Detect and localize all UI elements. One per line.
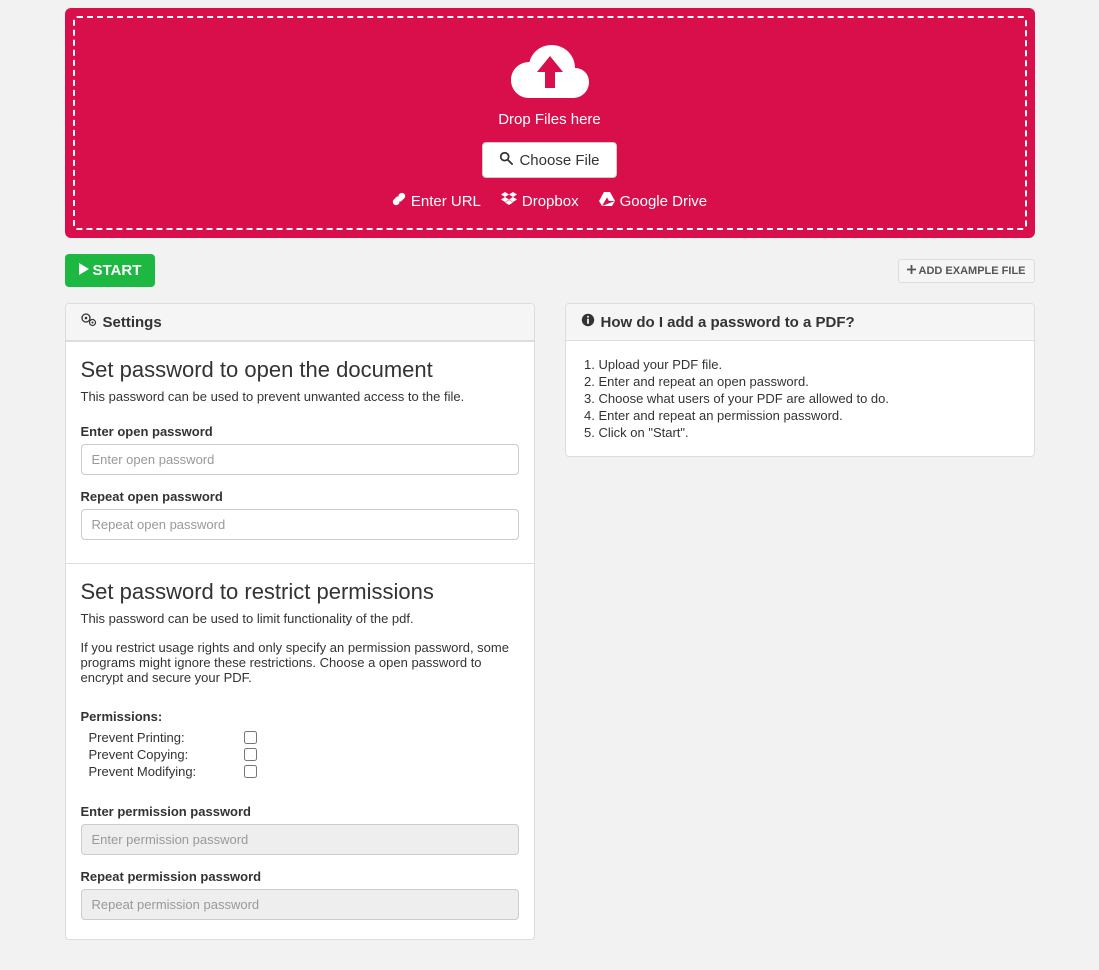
dropbox-label: Dropbox: [522, 193, 579, 210]
help-step: Click on "Start".: [599, 424, 1019, 441]
dropzone-inner: Drop Files here Choose File Enter URL: [73, 16, 1027, 230]
enter-url-link[interactable]: Enter URL: [392, 192, 481, 210]
help-step: Enter and repeat an permission password.: [599, 407, 1019, 424]
repeat-open-password-label: Repeat open password: [81, 489, 519, 504]
open-password-title: Set password to open the document: [81, 357, 519, 383]
permission-password-section: Set password to restrict permissions Thi…: [65, 564, 535, 940]
google-drive-link[interactable]: Google Drive: [599, 192, 708, 210]
permission-password-desc: This password can be used to limit funct…: [81, 611, 519, 626]
choose-file-button[interactable]: Choose File: [482, 142, 616, 178]
help-step: Upload your PDF file.: [599, 356, 1019, 373]
help-step: Choose what users of your PDF are allowe…: [599, 390, 1019, 407]
open-password-section: Set password to open the document This p…: [65, 342, 535, 564]
repeat-permission-password-label: Repeat permission password: [81, 869, 519, 884]
prevent-copying-checkbox[interactable]: [244, 748, 257, 761]
add-example-file-button[interactable]: ADD EXAMPLE FILE: [898, 259, 1035, 283]
choose-file-label: Choose File: [519, 152, 599, 169]
prevent-modifying-checkbox[interactable]: [244, 765, 257, 778]
enter-url-label: Enter URL: [411, 193, 481, 210]
prevent-copying-label: Prevent Copying:: [89, 747, 244, 762]
google-drive-icon: [599, 192, 615, 210]
file-dropzone[interactable]: Drop Files here Choose File Enter URL: [65, 8, 1035, 238]
prevent-printing-checkbox[interactable]: [244, 731, 257, 744]
enter-permission-password-label: Enter permission password: [81, 804, 519, 819]
start-button[interactable]: START: [65, 254, 156, 287]
help-panel: How do I add a password to a PDF? Upload…: [565, 303, 1035, 457]
plus-icon: [907, 265, 916, 277]
help-steps-list: Upload your PDF file.Enter and repeat an…: [581, 356, 1019, 441]
enter-permission-password-input[interactable]: [81, 824, 519, 855]
dropbox-icon: [501, 192, 517, 210]
link-icon: [392, 192, 406, 210]
permission-password-note: If you restrict usage rights and only sp…: [81, 640, 519, 685]
enter-open-password-input[interactable]: [81, 444, 519, 475]
google-drive-label: Google Drive: [620, 193, 708, 210]
permissions-label: Permissions:: [81, 709, 519, 724]
settings-title: Settings: [103, 314, 162, 331]
drop-files-label: Drop Files here: [85, 111, 1015, 128]
settings-panel-heading: Settings: [66, 304, 534, 341]
add-example-file-label: ADD EXAMPLE FILE: [919, 265, 1026, 277]
enter-open-password-label: Enter open password: [81, 424, 519, 439]
info-icon: [581, 313, 595, 331]
search-icon: [499, 151, 513, 169]
dropbox-link[interactable]: Dropbox: [501, 192, 579, 210]
repeat-open-password-input[interactable]: [81, 509, 519, 540]
prevent-printing-label: Prevent Printing:: [89, 730, 244, 745]
cloud-upload-icon: [509, 42, 591, 105]
start-button-label: START: [93, 262, 142, 279]
gears-icon: [81, 313, 97, 331]
repeat-permission-password-input[interactable]: [81, 889, 519, 920]
help-title: How do I add a password to a PDF?: [601, 314, 855, 331]
prevent-modifying-label: Prevent Modifying:: [89, 764, 244, 779]
open-password-desc: This password can be used to prevent unw…: [81, 389, 519, 404]
help-step: Enter and repeat an open password.: [599, 373, 1019, 390]
play-icon: [79, 262, 89, 279]
permission-password-title: Set password to restrict permissions: [81, 579, 519, 605]
help-panel-heading: How do I add a password to a PDF?: [566, 304, 1034, 341]
